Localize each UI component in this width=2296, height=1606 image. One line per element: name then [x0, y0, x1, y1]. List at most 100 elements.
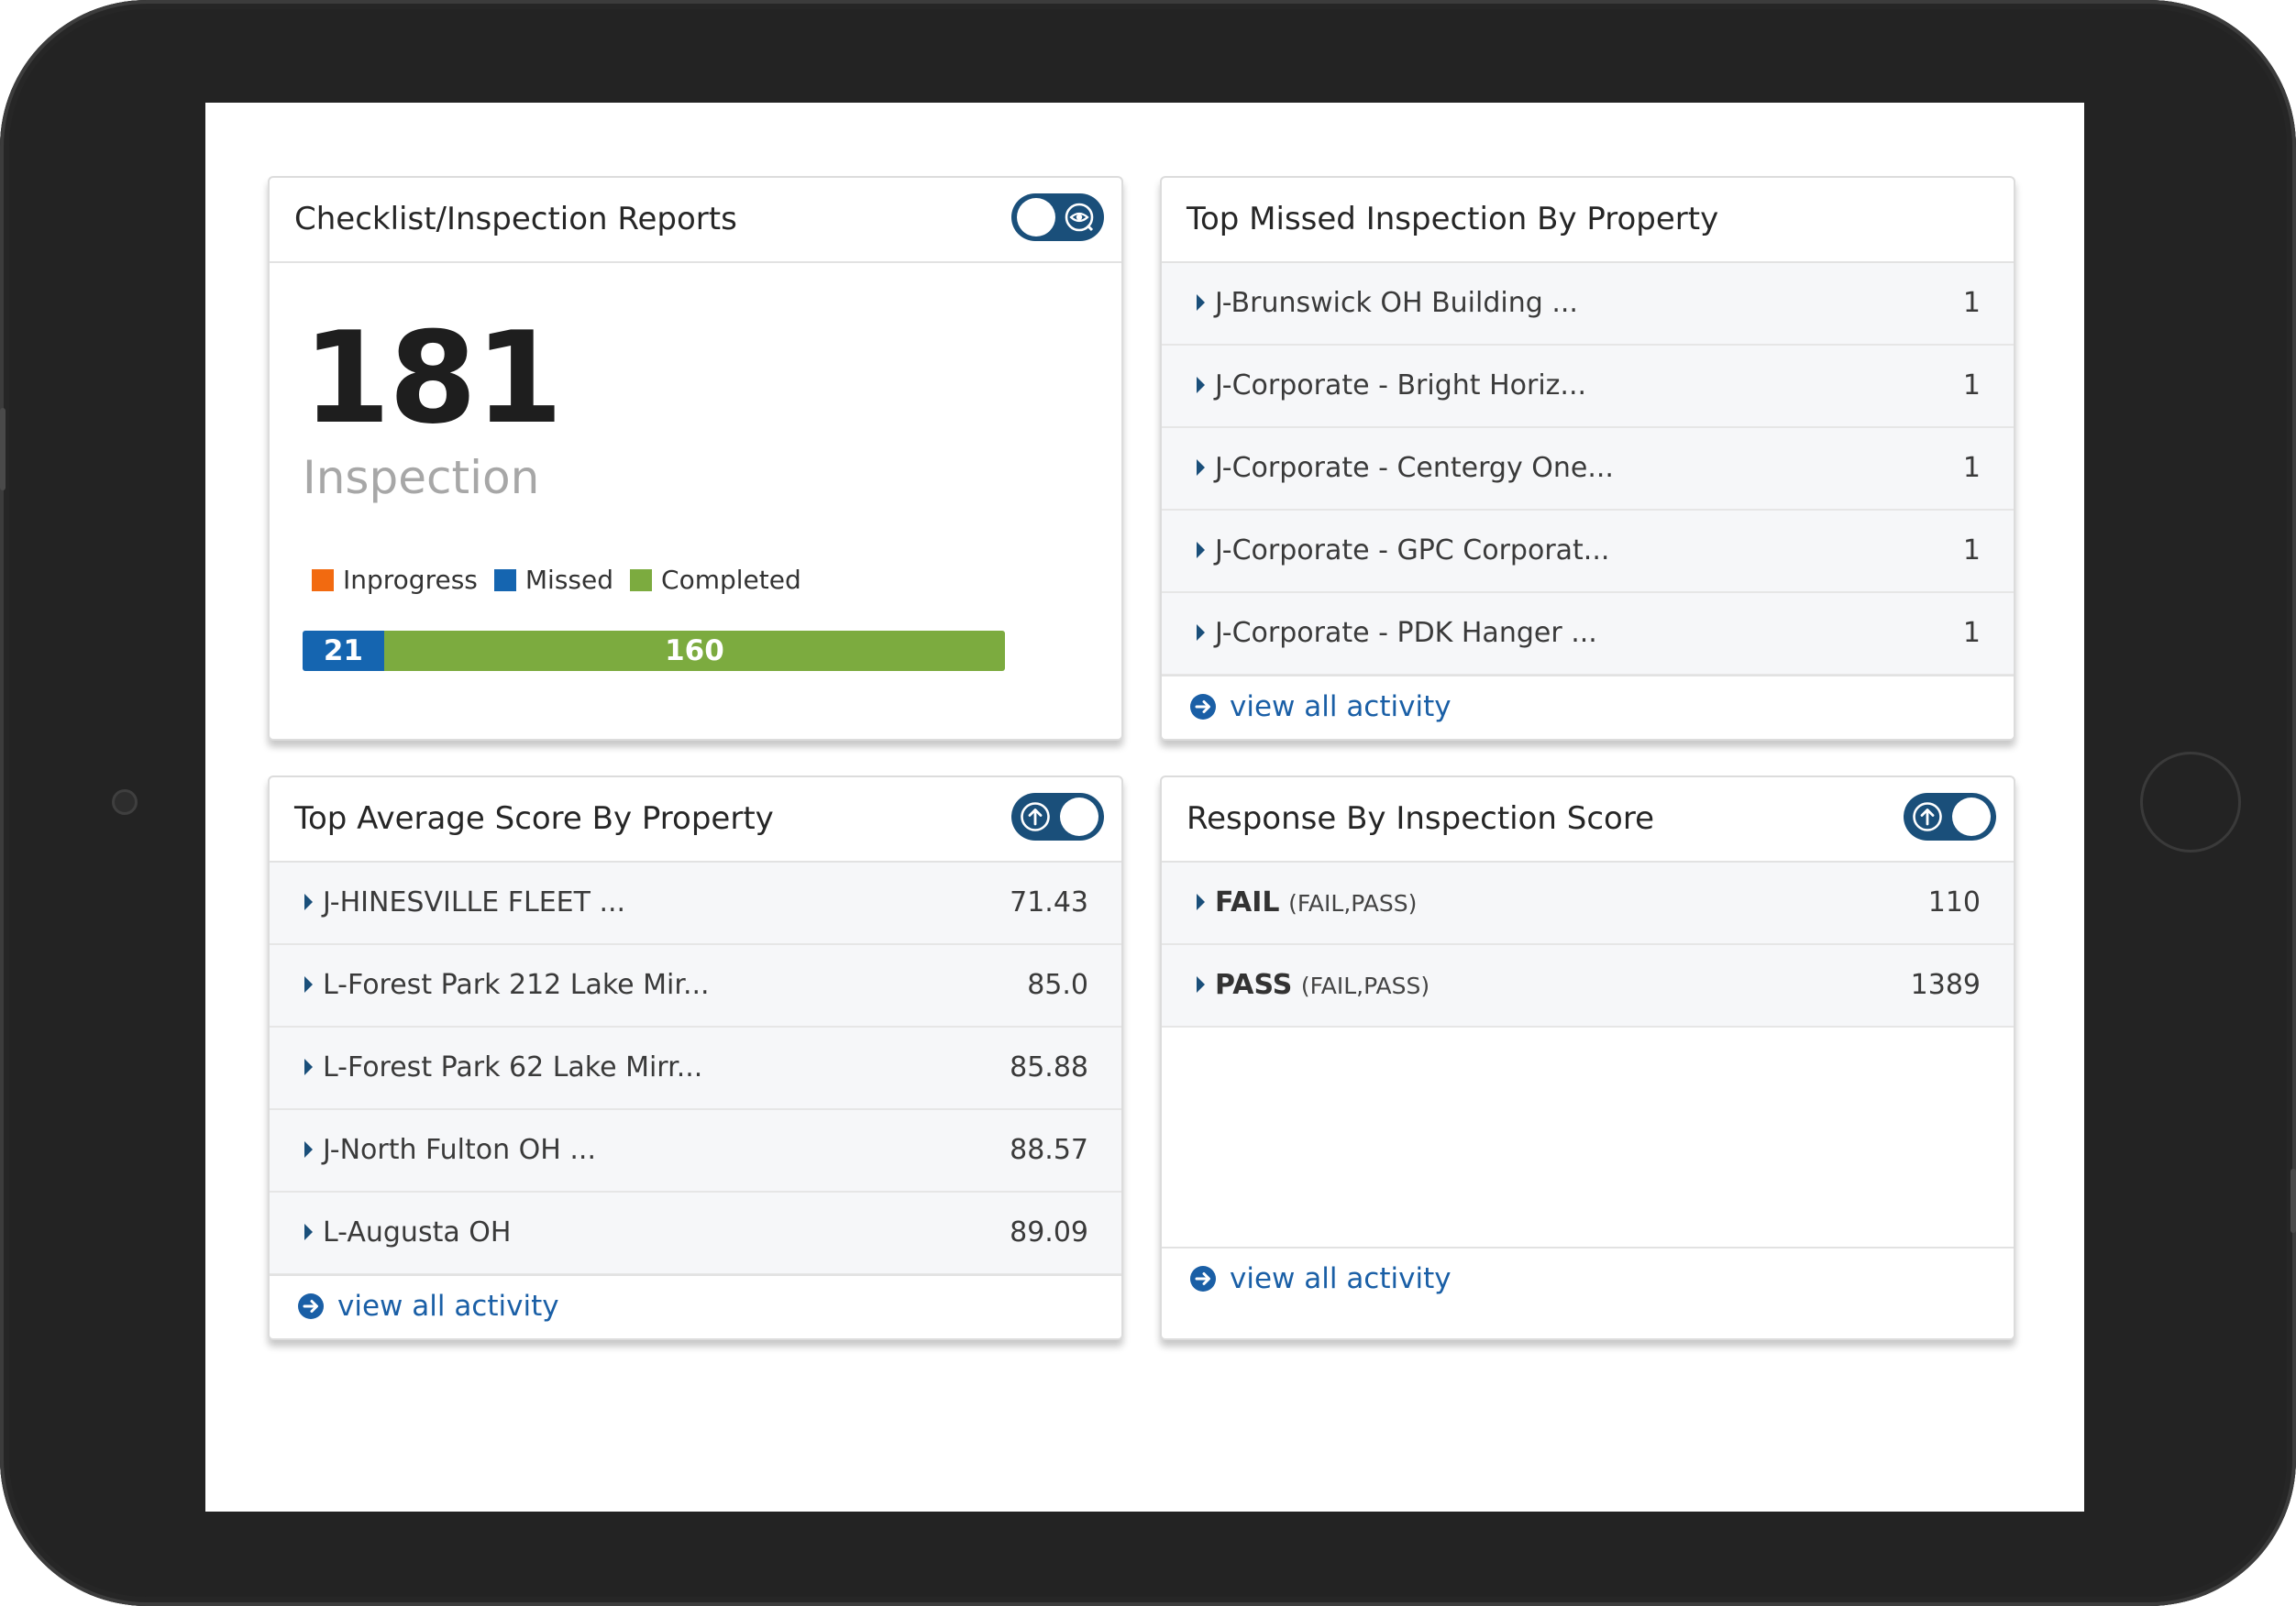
camera-icon — [112, 789, 138, 815]
missed-count: 1 — [1962, 287, 1981, 319]
list-item[interactable]: L-Forest Park 62 Lake Mirr... 85.88 — [270, 1028, 1121, 1110]
card-header: Checklist/Inspection Reports — [270, 178, 1121, 263]
completed-segment[interactable]: 160 — [383, 631, 1005, 671]
caret-right-icon — [304, 976, 313, 993]
list-item[interactable]: FAIL (FAIL,PASS) 110 — [1162, 863, 2014, 945]
top-missed-card: Top Missed Inspection By Property J-Brun… — [1160, 176, 2015, 741]
average-score: 85.0 — [1027, 969, 1088, 1001]
missed-count: 1 — [1962, 369, 1981, 402]
legend-label: Completed — [661, 565, 801, 595]
card-header: Response By Inspection Score — [1162, 777, 2014, 863]
missed-segment[interactable]: 21 — [303, 631, 384, 671]
list-item[interactable]: L-Forest Park 212 Lake Mir... 85.0 — [270, 945, 1121, 1028]
caret-right-icon — [304, 1224, 313, 1240]
caret-right-icon — [304, 1059, 313, 1075]
property-name: J-Brunswick OH Building ... — [1215, 287, 1578, 319]
side-button-left — [0, 408, 6, 490]
legend-label: Missed — [524, 565, 614, 595]
arrow-right-circle-icon — [298, 1293, 324, 1319]
legend-item-missed: Missed — [493, 565, 614, 595]
caret-right-icon — [1197, 377, 1205, 393]
arrow-right-circle-icon — [1190, 694, 1216, 720]
legend-swatch — [312, 568, 334, 591]
response-list: FAIL (FAIL,PASS) 110 PASS (FAIL,PASS) 13… — [1162, 863, 2014, 1028]
view-all-activity-link[interactable]: view all activity — [1189, 1248, 1452, 1309]
response-label: FAIL — [1215, 886, 1280, 918]
average-score: 71.43 — [1010, 886, 1088, 918]
top-average-score-card: Top Average Score By Property J-HINESVIL… — [268, 776, 1123, 1340]
legend-swatch — [493, 568, 516, 591]
arrow-up-circle-icon — [1913, 802, 1942, 831]
response-options: (FAIL,PASS) — [1288, 890, 1418, 917]
side-button-right — [2290, 1169, 2296, 1233]
caret-right-icon — [1197, 894, 1205, 910]
property-name: L-Forest Park 62 Lake Mirr... — [323, 1051, 703, 1084]
missed-list: J-Brunswick OH Building ... 1 J-Corporat… — [1162, 263, 2014, 676]
list-item[interactable]: L-Augusta OH 89.09 — [270, 1193, 1121, 1275]
card-footer: view all activity — [1162, 1247, 2014, 1338]
legend-item-completed: Completed — [630, 565, 801, 595]
link-label: view all activity — [1230, 1262, 1452, 1295]
link-label: view all activity — [337, 1290, 559, 1323]
caret-right-icon — [1197, 976, 1205, 993]
tablet-frame: Checklist/Inspection Reports 181 Inspect… — [0, 0, 2296, 1606]
list-item[interactable]: J-HINESVILLE FLEET ... 71.43 — [270, 863, 1121, 945]
caret-right-icon — [1197, 542, 1205, 558]
caret-right-icon — [304, 1141, 313, 1158]
toggle-knob — [1060, 798, 1098, 836]
list-item[interactable]: J-North Fulton OH ... 88.57 — [270, 1110, 1121, 1193]
card-title: Top Missed Inspection By Property — [1187, 201, 1719, 237]
arrow-up-circle-icon — [1021, 802, 1050, 831]
list-item[interactable]: J-Corporate - PDK Hanger ... 1 — [1162, 593, 2014, 676]
list-item[interactable]: PASS (FAIL,PASS) 1389 — [1162, 945, 2014, 1028]
response-options: (FAIL,PASS) — [1300, 973, 1430, 999]
legend-item-inprogress: Inprogress — [312, 565, 478, 595]
list-item[interactable]: J-Corporate - GPC Corporat... 1 — [1162, 511, 2014, 593]
list-item[interactable]: J-Corporate - Centergy One... 1 — [1162, 428, 2014, 511]
property-name: L-Forest Park 212 Lake Mir... — [323, 969, 710, 1001]
view-all-activity-link[interactable]: view all activity — [1189, 676, 1452, 737]
caret-right-icon — [1197, 624, 1205, 641]
list-item[interactable]: J-Brunswick OH Building ... 1 — [1162, 263, 2014, 346]
missed-count: 1 — [1962, 617, 1981, 649]
response-count: 110 — [1927, 886, 1981, 918]
eye-search-icon — [1065, 203, 1094, 232]
toggle-knob — [1017, 198, 1055, 236]
card-title: Checklist/Inspection Reports — [294, 201, 737, 237]
status-legend: Inprogress Missed Completed — [312, 565, 818, 595]
average-score-list: J-HINESVILLE FLEET ... 71.43 L-Forest Pa… — [270, 863, 1121, 1275]
response-name: PASS (FAIL,PASS) — [1215, 945, 1429, 1027]
response-label: PASS — [1215, 969, 1293, 1001]
average-score: 85.88 — [1010, 1051, 1088, 1084]
view-all-activity-link[interactable]: view all activity — [297, 1276, 559, 1336]
property-name: J-Corporate - PDK Hanger ... — [1215, 617, 1597, 649]
missed-count: 1 — [1962, 452, 1981, 484]
arrow-right-circle-icon — [1190, 1266, 1216, 1292]
card-header: Top Average Score By Property — [270, 777, 1121, 863]
property-name: L-Augusta OH — [323, 1216, 512, 1248]
sort-toggle[interactable] — [1011, 793, 1104, 841]
view-toggle[interactable] — [1011, 193, 1104, 241]
inspection-total: 181 — [303, 304, 563, 452]
link-label: view all activity — [1230, 690, 1452, 723]
caret-right-icon — [1197, 459, 1205, 476]
card-title: Response By Inspection Score — [1187, 800, 1654, 837]
response-count: 1389 — [1910, 969, 1981, 1001]
property-name: J-Corporate - Centergy One... — [1215, 452, 1614, 484]
list-item[interactable]: J-Corporate - Bright Horiz... 1 — [1162, 346, 2014, 428]
average-score: 88.57 — [1010, 1134, 1088, 1166]
home-button[interactable] — [2140, 752, 2241, 852]
property-name: J-HINESVILLE FLEET ... — [323, 886, 626, 918]
caret-right-icon — [1197, 294, 1205, 311]
property-name: J-Corporate - GPC Corporat... — [1215, 534, 1610, 566]
response-by-score-card: Response By Inspection Score FAIL (FAIL,… — [1160, 776, 2015, 1340]
legend-swatch — [630, 568, 653, 591]
card-footer: view all activity — [270, 1274, 1121, 1338]
card-header: Top Missed Inspection By Property — [1162, 178, 2014, 263]
card-title: Top Average Score By Property — [294, 800, 774, 837]
sort-toggle[interactable] — [1904, 793, 1996, 841]
toggle-knob — [1952, 798, 1991, 836]
status-bar: 21 160 — [303, 631, 1005, 671]
property-name: J-Corporate - Bright Horiz... — [1215, 369, 1587, 402]
card-footer: view all activity — [1162, 675, 2014, 739]
